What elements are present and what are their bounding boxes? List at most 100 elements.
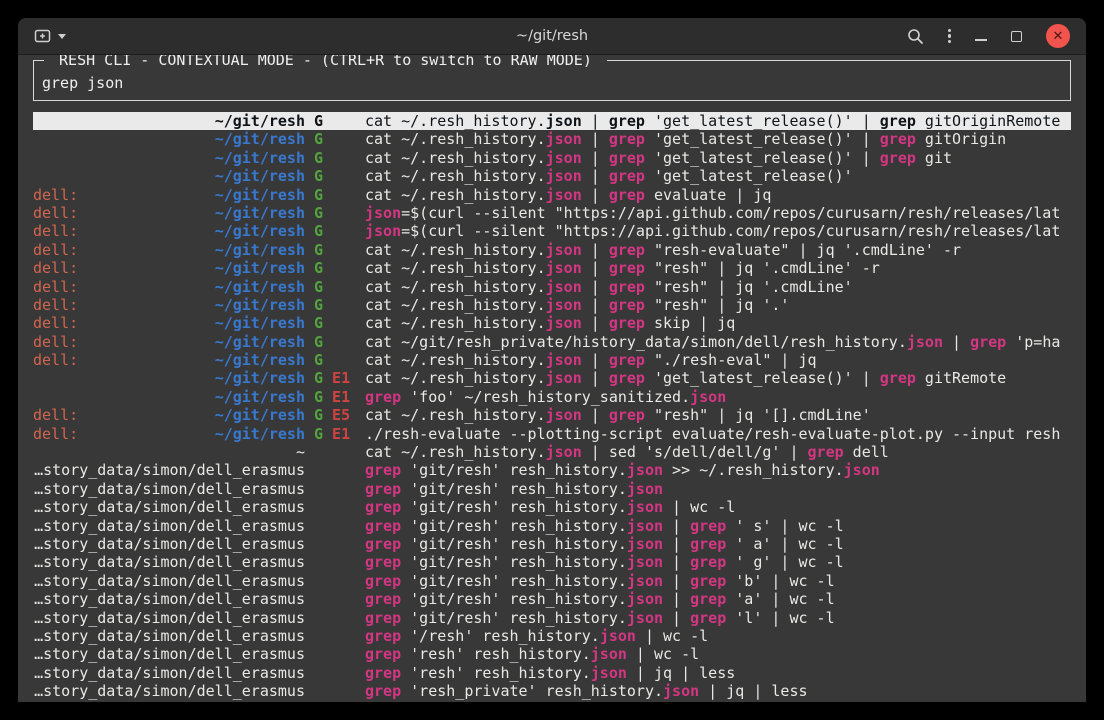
command-match-highlight: json xyxy=(546,369,582,387)
history-row[interactable]: …story_data/simon/dell_erasmus grep 'git… xyxy=(33,498,1071,516)
row-context: dell:~/git/resh xyxy=(33,222,305,240)
command-match-highlight: grep xyxy=(365,498,401,516)
row-command: grep 'resh' resh_history.json | wc -l xyxy=(365,645,1071,663)
row-flags: G xyxy=(305,296,365,314)
history-row[interactable]: ~/git/resh G cat ~/.resh_history.json | … xyxy=(33,130,1071,148)
history-row[interactable]: dell:~/git/resh G cat ~/.resh_history.js… xyxy=(33,259,1071,277)
row-context: …story_data/simon/dell_erasmus xyxy=(33,590,305,608)
history-row[interactable]: ~/git/resh G cat ~/.resh_history.json | … xyxy=(33,112,1071,130)
history-row[interactable]: …story_data/simon/dell_erasmus grep 'git… xyxy=(33,480,1071,498)
row-command: grep 'git/resh' resh_history.json | grep… xyxy=(365,517,1071,535)
restore-icon xyxy=(1011,31,1022,42)
close-button[interactable]: ✕ xyxy=(1046,24,1070,48)
titlebar[interactable]: ~/git/resh ✕ xyxy=(18,18,1086,55)
command-match-highlight: json xyxy=(546,314,582,332)
history-row[interactable]: …story_data/simon/dell_erasmus grep 'git… xyxy=(33,461,1071,479)
history-row[interactable]: …story_data/simon/dell_erasmus grep 'res… xyxy=(33,645,1071,663)
row-flag-g: G xyxy=(314,222,323,240)
history-row[interactable]: …story_data/simon/dell_erasmus grep 'git… xyxy=(33,517,1071,535)
history-list: ~/git/resh G cat ~/.resh_history.json | … xyxy=(33,112,1071,701)
new-tab-icon[interactable] xyxy=(34,28,51,44)
row-command: cat ~/.resh_history.json | grep evaluate… xyxy=(365,186,1071,204)
row-host: dell: xyxy=(33,241,78,259)
command-match-highlight: json xyxy=(546,112,582,130)
command-match-highlight: json xyxy=(907,333,943,351)
history-row[interactable]: …story_data/simon/dell_erasmus grep 'git… xyxy=(33,535,1071,553)
history-row[interactable]: ~ cat ~/.resh_history.json | sed 's/dell… xyxy=(33,443,1071,461)
history-row[interactable]: dell:~/git/resh G cat ~/git/resh_private… xyxy=(33,333,1071,351)
row-directory: …story_data/simon/dell_erasmus xyxy=(34,645,305,663)
history-row[interactable]: dell:~/git/resh G E1 ./resh-evaluate --p… xyxy=(33,425,1071,443)
row-directory: …story_data/simon/dell_erasmus xyxy=(34,627,305,645)
history-row[interactable]: dell:~/git/resh G cat ~/.resh_history.js… xyxy=(33,314,1071,332)
row-directory: …story_data/simon/dell_erasmus xyxy=(34,517,305,535)
search-icon[interactable] xyxy=(907,28,924,45)
history-row[interactable]: ~/git/resh G cat ~/.resh_history.json | … xyxy=(33,167,1071,185)
command-match-highlight: grep xyxy=(365,682,401,700)
row-command: grep 'git/resh' resh_history.json | grep… xyxy=(365,609,1071,627)
command-match-highlight: grep xyxy=(609,186,645,204)
row-directory: …story_data/simon/dell_erasmus xyxy=(34,682,305,700)
row-flags xyxy=(305,609,365,627)
row-directory: …story_data/simon/dell_erasmus xyxy=(34,498,305,516)
row-flags xyxy=(305,682,365,700)
row-directory: …story_data/simon/dell_erasmus xyxy=(34,535,305,553)
history-row[interactable]: …story_data/simon/dell_erasmus grep '/re… xyxy=(33,627,1071,645)
command-match-highlight: grep xyxy=(970,333,1006,351)
command-match-highlight: grep xyxy=(609,406,645,424)
row-flags: G E1 xyxy=(305,369,365,387)
command-match-highlight: json xyxy=(546,351,582,369)
restore-button[interactable] xyxy=(1011,31,1022,42)
row-directory: ~/git/resh xyxy=(215,186,305,204)
history-row[interactable]: dell:~/git/resh G cat ~/.resh_history.js… xyxy=(33,241,1071,259)
row-flag-g: G xyxy=(314,204,323,222)
command-match-highlight: grep xyxy=(609,130,645,148)
history-row[interactable]: dell:~/git/resh G cat ~/.resh_history.js… xyxy=(33,296,1071,314)
new-tab-dropdown-caret-icon[interactable] xyxy=(58,34,66,39)
row-flags xyxy=(305,664,365,682)
history-row[interactable]: ~/git/resh G E1 grep 'foo' ~/resh_histor… xyxy=(33,388,1071,406)
row-flags: G E5 xyxy=(305,406,365,424)
command-match-highlight: json xyxy=(546,167,582,185)
command-match-highlight: grep xyxy=(365,461,401,479)
row-flag-g: G xyxy=(314,425,323,443)
row-flags xyxy=(305,461,365,479)
resh-search-panel: RESH CLI - CONTEXTUAL MODE - (CTRL+R to … xyxy=(33,60,1071,101)
command-match-highlight: grep xyxy=(690,609,726,627)
command-match-highlight: grep xyxy=(690,535,726,553)
row-flags xyxy=(305,627,365,645)
history-row[interactable]: dell:~/git/resh G json=$(curl --silent "… xyxy=(33,204,1071,222)
command-match-highlight: grep xyxy=(690,590,726,608)
row-context: …story_data/simon/dell_erasmus xyxy=(33,645,305,663)
history-row[interactable]: …story_data/simon/dell_erasmus grep 'git… xyxy=(33,572,1071,590)
search-panel-title: RESH CLI - CONTEXTUAL MODE - (CTRL+R to … xyxy=(44,55,607,69)
row-context: dell:~/git/resh xyxy=(33,186,305,204)
command-match-highlight: json xyxy=(627,572,663,590)
row-flags: G xyxy=(305,167,365,185)
row-host: dell: xyxy=(33,222,78,240)
row-directory: ~/git/resh xyxy=(215,388,305,406)
history-row[interactable]: dell:~/git/resh G E5 cat ~/.resh_history… xyxy=(33,406,1071,424)
row-flags: G xyxy=(305,186,365,204)
row-flags: G xyxy=(305,259,365,277)
row-context: dell:~/git/resh xyxy=(33,314,305,332)
history-row[interactable]: dell:~/git/resh G cat ~/.resh_history.js… xyxy=(33,278,1071,296)
history-row[interactable]: …story_data/simon/dell_erasmus grep 'res… xyxy=(33,682,1071,700)
menu-kebab-icon[interactable] xyxy=(948,29,951,44)
minimize-button[interactable] xyxy=(975,31,987,41)
history-row[interactable]: …story_data/simon/dell_erasmus grep 'git… xyxy=(33,553,1071,571)
command-match-highlight: grep xyxy=(880,112,916,130)
command-match-highlight: json xyxy=(627,553,663,571)
history-row[interactable]: dell:~/git/resh G cat ~/.resh_history.js… xyxy=(33,351,1071,369)
history-row[interactable]: dell:~/git/resh G json=$(curl --silent "… xyxy=(33,222,1071,240)
history-row[interactable]: …story_data/simon/dell_erasmus grep 'res… xyxy=(33,664,1071,682)
command-match-highlight: grep xyxy=(609,167,645,185)
row-command: cat ~/.resh_history.json | grep "resh" |… xyxy=(365,259,1071,277)
row-context: dell:~/git/resh xyxy=(33,333,305,351)
history-row[interactable]: dell:~/git/resh G cat ~/.resh_history.js… xyxy=(33,186,1071,204)
history-row[interactable]: ~/git/resh G cat ~/.resh_history.json | … xyxy=(33,149,1071,167)
row-flag-g: G xyxy=(314,296,323,314)
history-row[interactable]: ~/git/resh G E1 cat ~/.resh_history.json… xyxy=(33,369,1071,387)
history-row[interactable]: …story_data/simon/dell_erasmus grep 'git… xyxy=(33,590,1071,608)
history-row[interactable]: …story_data/simon/dell_erasmus grep 'git… xyxy=(33,609,1071,627)
